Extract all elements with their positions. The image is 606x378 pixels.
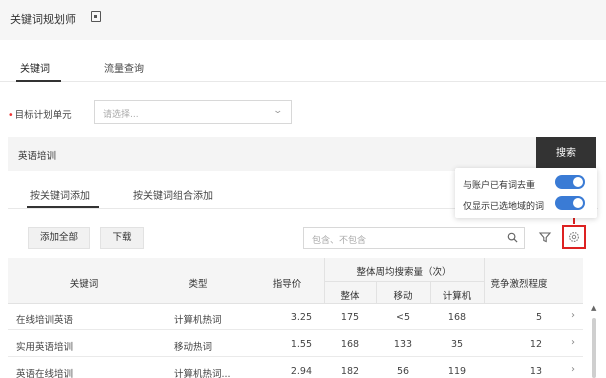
subtab-by-keyword[interactable]: 按关键词添加: [30, 187, 90, 202]
cell-keyword: 在线培训英语: [16, 315, 74, 326]
keyword-search-value: 英语培训: [18, 151, 57, 162]
header-competition[interactable]: 竞争激烈程度: [484, 276, 554, 290]
tab-traffic-query[interactable]: 流量查询: [104, 60, 144, 75]
cell-type: 移动热词: [174, 342, 213, 353]
download-button[interactable]: 下载: [100, 227, 144, 249]
table-scrollbar[interactable]: ▲: [590, 304, 598, 378]
header-weekly-search: 整体周均搜索量（次）: [356, 267, 452, 278]
cell-type: 计算机热词...: [174, 369, 231, 378]
cell-overall: 182: [340, 366, 360, 377]
scroll-up-icon[interactable]: ▲: [591, 304, 596, 312]
cell-computer: 168: [447, 312, 467, 323]
cell-overall: 175: [340, 312, 360, 323]
search-icon[interactable]: [507, 232, 518, 243]
cell-competition: 13: [529, 366, 542, 377]
cell-competition: 12: [529, 339, 542, 350]
cell-computer: 119: [447, 366, 467, 377]
required-mark: •: [8, 110, 14, 121]
subtab-by-keyword-combination[interactable]: 按关键词组合添加: [133, 187, 213, 202]
region-toggle[interactable]: [555, 196, 585, 210]
header-mobile[interactable]: 移动: [376, 288, 430, 302]
chevron-right-icon[interactable]: ›: [571, 364, 575, 375]
save-icon[interactable]: [91, 11, 101, 22]
header-guide-price[interactable]: 指导价: [262, 276, 312, 290]
table-row[interactable]: 英语在线培训 计算机热词... 2.94 182 56 119 13 ›: [8, 358, 583, 378]
scroll-thumb[interactable]: [592, 318, 596, 378]
dedupe-toggle[interactable]: [555, 175, 585, 189]
cell-price: 2.94: [290, 366, 312, 377]
cell-computer: 35: [450, 339, 464, 350]
add-all-button[interactable]: 添加全部: [28, 227, 90, 249]
plan-unit-label-text: 目标计划单元: [14, 110, 72, 121]
header-overall[interactable]: 整体: [324, 288, 376, 302]
dedupe-toggle-label: 与账户已有词去重: [463, 181, 536, 191]
main-tabs: 关键词 流量查询: [0, 50, 606, 82]
chevron-right-icon[interactable]: ›: [571, 337, 575, 348]
gear-icon: [568, 231, 580, 243]
chevron-right-icon[interactable]: ›: [571, 310, 575, 321]
chevron-down-icon: ⌄: [272, 106, 284, 116]
funnel-icon[interactable]: [538, 230, 552, 244]
plan-unit-placeholder: 请选择...: [103, 110, 139, 120]
cell-keyword: 实用英语培训: [16, 342, 74, 353]
plan-unit-select[interactable]: 请选择... ⌄: [94, 100, 292, 124]
filter-placeholder: 包含、不包含: [312, 236, 367, 246]
plan-unit-label: •目标计划单元: [8, 107, 72, 121]
cell-competition: 5: [535, 312, 542, 323]
keyword-search-input[interactable]: 英语培训: [8, 137, 546, 171]
cell-mobile: 56: [396, 366, 410, 377]
header-keyword[interactable]: 关键词: [44, 276, 124, 290]
settings-button[interactable]: [562, 225, 586, 249]
tab-keywords[interactable]: 关键词: [20, 60, 50, 75]
table-row[interactable]: 在线培训英语 计算机热词 3.25 175 <5 168 5 ›: [8, 304, 583, 330]
cell-price: 3.25: [290, 312, 312, 323]
header-computer[interactable]: 计算机: [430, 288, 484, 302]
cell-mobile: 133: [393, 339, 413, 350]
header-type[interactable]: 类型: [168, 276, 228, 290]
cell-price: 1.55: [290, 339, 312, 350]
cell-overall: 168: [340, 339, 360, 350]
filter-input[interactable]: 包含、不包含: [303, 227, 525, 249]
tab-active-indicator: [16, 80, 61, 82]
cell-keyword: 英语在线培训: [16, 369, 74, 378]
cell-mobile: <5: [395, 312, 410, 323]
cell-type: 计算机热词: [174, 315, 222, 326]
page-title: 关键词规划师: [10, 13, 76, 26]
region-toggle-label: 仅显示已选地域的词: [463, 202, 545, 212]
settings-popover: 与账户已有词去重 仅显示已选地域的词: [455, 168, 597, 218]
header-subdivider: [324, 281, 484, 282]
search-button[interactable]: 搜索: [536, 137, 596, 171]
table-row[interactable]: 实用英语培训 移动热词 1.55 168 133 35 12 ›: [8, 331, 583, 357]
